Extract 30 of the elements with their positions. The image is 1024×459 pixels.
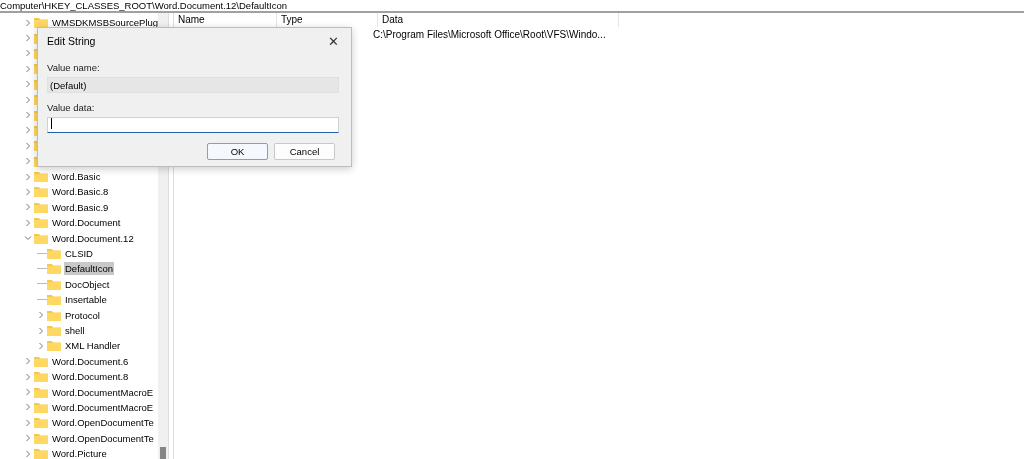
tree-item[interactable]: shell: [64, 324, 86, 337]
tree-item[interactable]: Word.DocumentMacroE: [51, 400, 155, 414]
field-label: Value data:: [47, 102, 96, 113]
tree-item[interactable]: Word.Picture: [51, 447, 108, 459]
tree-item[interactable]: Word.OpenDocumentTe: [51, 416, 155, 430]
tree-item[interactable]: XML Handler: [64, 339, 122, 353]
tree-item[interactable]: DefaultIcon: [64, 262, 115, 276]
tree-item[interactable]: Word.Basic.8: [51, 185, 110, 199]
address-path[interactable]: Computer\HKEY_CLASSES_ROOT\Word.Document.12\DefaultIcon: [0, 0, 288, 11]
tree-item[interactable]: Insertable: [64, 293, 108, 307]
tree-item[interactable]: CLSID: [64, 247, 94, 261]
close-button[interactable]: ✕: [324, 33, 343, 49]
tree-item[interactable]: Word.Document.6: [51, 354, 130, 368]
column-header[interactable]: Data: [378, 13, 619, 27]
tree-item[interactable]: Word.Basic: [51, 170, 102, 184]
tree-item[interactable]: Protocol: [64, 308, 101, 322]
tree-item[interactable]: DocObject: [64, 277, 111, 291]
tree-item[interactable]: Word.Document.12: [51, 231, 135, 245]
tree-item[interactable]: Word.OpenDocumentTe: [51, 431, 155, 445]
tree-item[interactable]: Word.Document: [51, 216, 122, 230]
tree-item[interactable]: Word.Document.8: [51, 370, 130, 384]
dialog-button[interactable]: Cancel: [274, 143, 335, 160]
dialog-title: Edit String: [47, 35, 96, 47]
field-label: Value name:: [47, 62, 101, 73]
value-name-field: (Default): [47, 77, 339, 93]
tree-item[interactable]: Word.Basic.9: [51, 200, 110, 214]
tree-item[interactable]: WMSDKMSBSourcePlug: [51, 16, 158, 30]
tree-item[interactable]: Word.DocumentMacroE: [51, 385, 155, 399]
table-cell-text: C:\Program Files\Microsoft Office\Root\VFS\Windo...: [372, 29, 606, 40]
dialog-button[interactable]: OK: [207, 143, 268, 160]
